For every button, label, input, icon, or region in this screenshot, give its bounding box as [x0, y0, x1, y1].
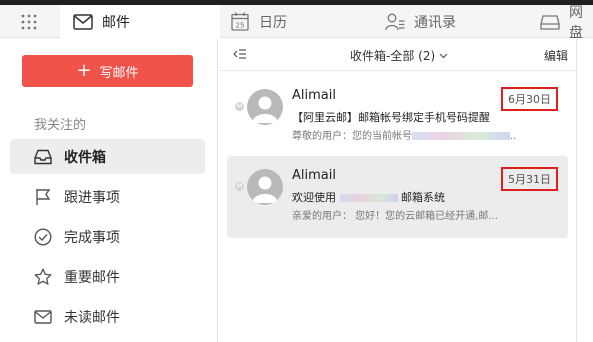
mail-sender: Alimail — [292, 168, 336, 183]
sidebar-item-done[interactable]: 完成事项 — [10, 219, 205, 254]
tab-mail[interactable]: 邮件 — [60, 5, 220, 39]
mail-preview-suffix: .. — [510, 131, 517, 142]
tab-calendar[interactable]: 25 日历 — [228, 5, 287, 38]
tab-contacts-label: 通讯录 — [414, 14, 456, 31]
compose-label: 写邮件 — [99, 65, 139, 81]
apps-grid-icon[interactable] — [20, 13, 38, 31]
calendar-icon: 25 — [230, 12, 250, 32]
avatar — [247, 169, 283, 205]
mail-list-pane: 收件箱-全部 (2) 编辑 M Alimail 6月30日 【阿里云邮】邮箱帐号… — [219, 39, 576, 342]
check-circle-icon — [34, 227, 52, 246]
mail-preview-prefix: 尊敬的用户：您的当前帐号 — [292, 131, 412, 142]
compose-button[interactable]: + 写邮件 — [22, 55, 193, 87]
reading-pane-edge — [576, 39, 593, 342]
avatar — [247, 89, 283, 125]
mail-sender: Alimail — [292, 88, 336, 103]
redacted-text — [412, 132, 510, 140]
mail-subject: 欢迎使用 邮箱系统 — [292, 189, 445, 205]
edit-button[interactable]: 编辑 — [544, 47, 568, 64]
sidebar-item-label: 收件箱 — [64, 149, 106, 166]
inbox-icon — [34, 148, 52, 166]
mail-preview: 尊敬的用户：您的当前帐号.. — [292, 127, 554, 142]
mail-list-item[interactable]: M Alimail 6月30日 【阿里云邮】邮箱帐号绑定手机号码提醒 尊敬的用户… — [227, 76, 568, 158]
calendar-day-number: 25 — [236, 22, 245, 30]
mail-subject: 【阿里云邮】邮箱帐号绑定手机号码提醒 — [292, 111, 490, 124]
chevron-down-icon — [439, 53, 448, 59]
app-tab-bar: 邮件 25 日历 通讯录 网盘 — [0, 5, 593, 41]
tab-contacts[interactable]: 通讯录 — [385, 5, 456, 38]
mail-icon — [73, 12, 93, 32]
read-status-icon[interactable]: M — [235, 182, 244, 191]
disk-icon — [540, 12, 560, 32]
mail-date: 6月30日 — [501, 87, 558, 111]
star-icon — [34, 268, 52, 286]
tab-disk[interactable]: 网盘 — [540, 5, 593, 41]
flag-icon — [34, 188, 52, 206]
sidebar-item-inbox[interactable]: 收件箱 — [10, 139, 205, 174]
unread-mail-icon — [34, 308, 52, 326]
contacts-icon — [385, 12, 405, 32]
tab-mail-label: 邮件 — [102, 15, 130, 31]
tab-calendar-label: 日历 — [259, 14, 287, 31]
plus-icon: + — [76, 60, 92, 81]
mail-subject-prefix: 欢迎使用 — [292, 191, 336, 204]
sidebar-item-label: 完成事项 — [64, 229, 120, 246]
sidebar-item-label: 跟进事项 — [64, 189, 120, 206]
sidebar-item-important[interactable]: 重要邮件 — [10, 259, 205, 294]
sidebar-item-follow-up[interactable]: 跟进事项 — [10, 179, 205, 214]
folder-filter-label: 收件箱-全部 (2) — [350, 49, 436, 63]
mail-list-item[interactable]: M Alimail 5月31日 欢迎使用 邮箱系统 亲爱的用户： 您好！您的云邮… — [227, 156, 568, 238]
redacted-text — [339, 194, 398, 202]
sidebar: + 写邮件 我关注的 收件箱 跟进事项 完成事项 重要邮件 未读邮件 — [0, 39, 218, 342]
sidebar-item-label: 未读邮件 — [64, 309, 120, 326]
section-title-followed: 我关注的 — [34, 118, 87, 133]
folder-filter-dropdown[interactable]: 收件箱-全部 (2) — [350, 47, 448, 64]
read-status-icon[interactable]: M — [235, 102, 244, 111]
mail-subject-suffix: 邮箱系统 — [401, 191, 445, 204]
collapse-sidebar-icon[interactable] — [233, 48, 247, 62]
sidebar-item-label: 重要邮件 — [64, 269, 120, 286]
sidebar-item-unread[interactable]: 未读邮件 — [10, 299, 205, 334]
mail-date: 5月31日 — [501, 167, 558, 191]
mail-list-header: 收件箱-全部 (2) 编辑 — [219, 39, 576, 71]
mail-preview: 亲爱的用户： 您好！您的云邮箱已经开通,邮... — [292, 211, 498, 222]
tab-disk-label: 网盘 — [569, 4, 583, 41]
